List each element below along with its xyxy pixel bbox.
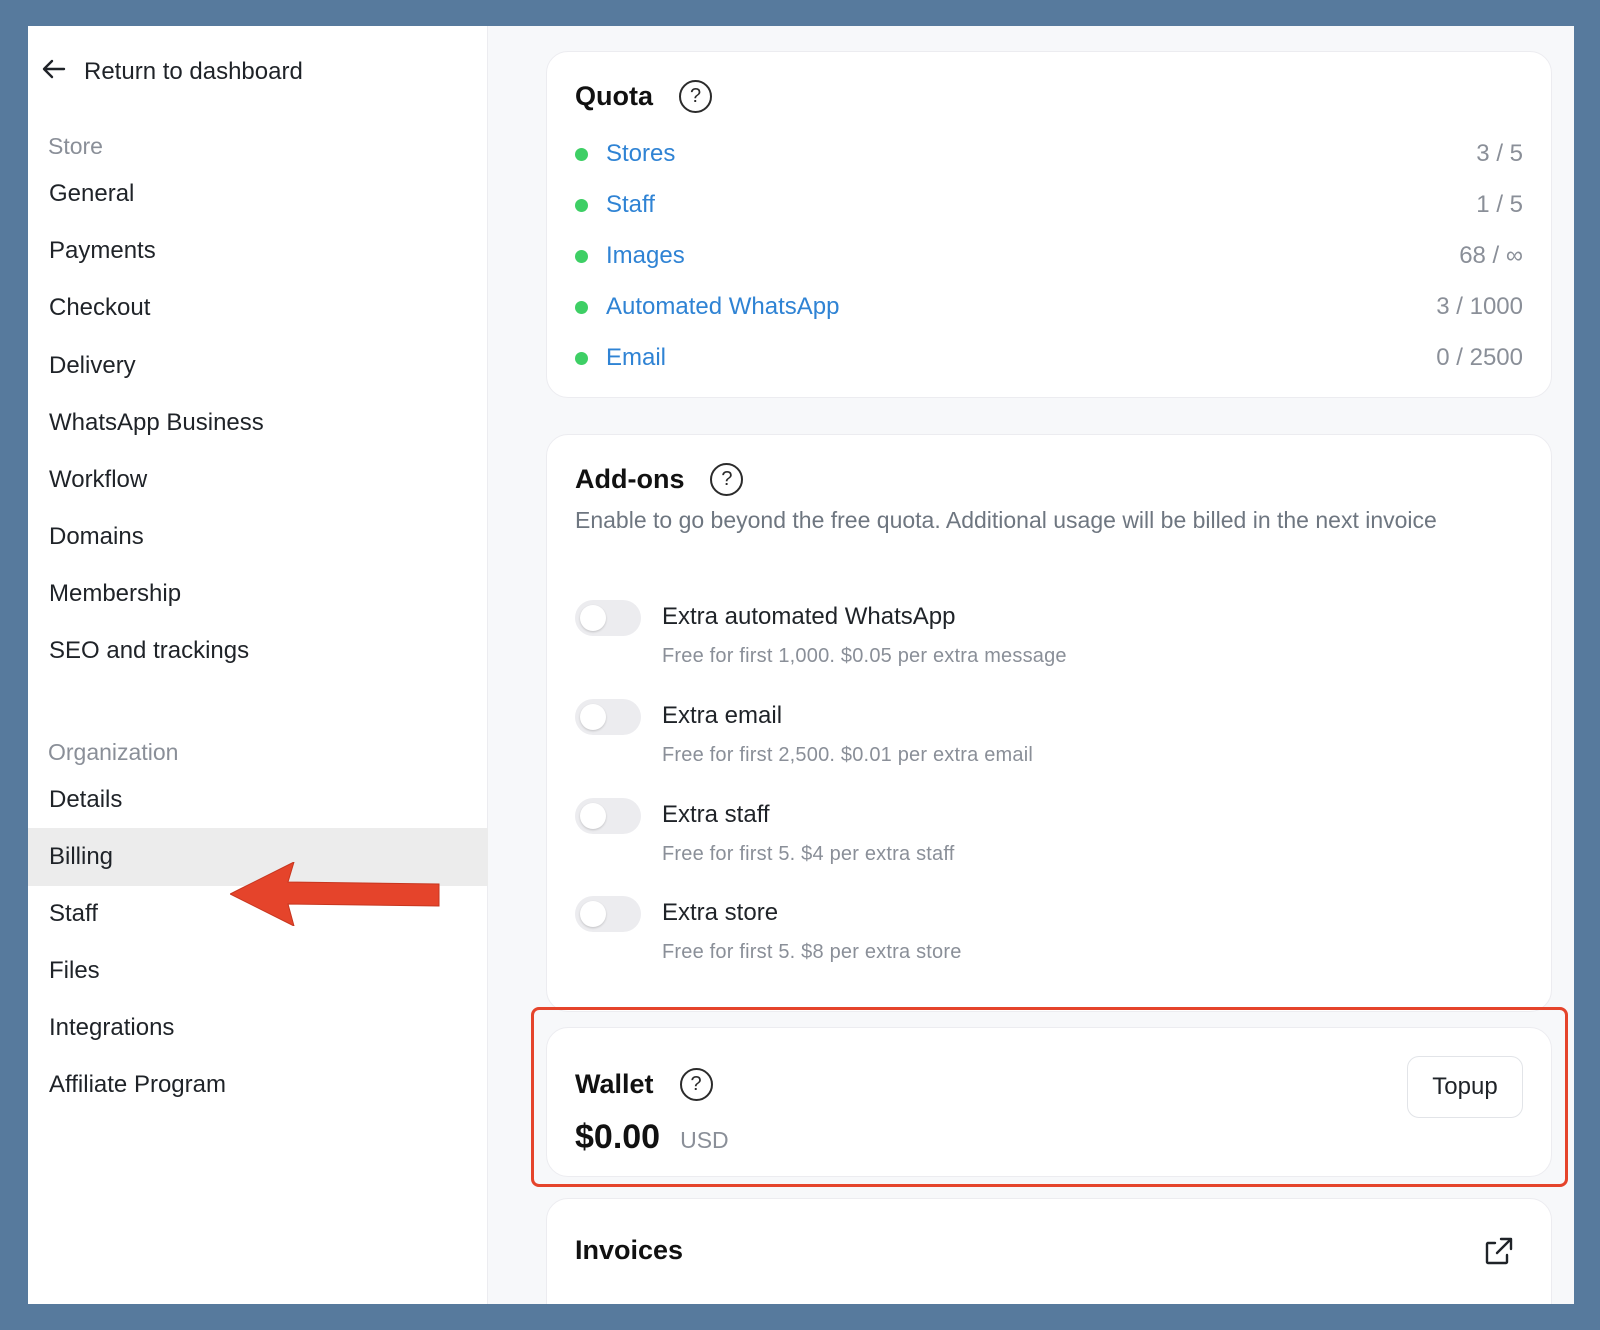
invoices-title: Invoices bbox=[575, 1235, 684, 1265]
status-dot-icon bbox=[575, 351, 588, 365]
status-dot-icon bbox=[575, 249, 588, 263]
sidebar-item-integrations[interactable]: Integrations bbox=[28, 999, 488, 1057]
addon-subtitle-extra-staff: Free for first 5. $4 per extra staff bbox=[662, 843, 955, 865]
status-dot-icon bbox=[575, 300, 588, 314]
quota-card: Quota ? Stores 3 / 5 Staff 1 / 5 Images … bbox=[546, 51, 1552, 398]
quota-title: Quota bbox=[575, 81, 653, 111]
arrow-left-icon bbox=[40, 55, 68, 90]
addons-title: Add-ons bbox=[575, 464, 685, 494]
quota-value-automated-whatsapp: 3 / 1000 bbox=[1436, 293, 1523, 320]
addons-card: Add-ons ? Enable to go beyond the free q… bbox=[546, 434, 1552, 1012]
toggle-extra-automated-whatsapp[interactable] bbox=[575, 600, 641, 636]
quota-link-email[interactable]: Email bbox=[606, 344, 666, 372]
sidebar-item-delivery[interactable]: Delivery bbox=[28, 337, 488, 395]
addon-title-extra-staff: Extra staff bbox=[662, 801, 770, 828]
addon-subtitle-extra-email: Free for first 2,500. $0.01 per extra em… bbox=[662, 744, 1033, 766]
billing-window: Return to dashboard Store General Paymen… bbox=[28, 26, 1574, 1304]
red-arrow-annotation bbox=[230, 862, 440, 926]
sidebar-item-affiliate-program[interactable]: Affiliate Program bbox=[28, 1056, 488, 1114]
toggle-extra-store[interactable] bbox=[575, 896, 641, 932]
sidebar-item-seo-and-trackings[interactable]: SEO and trackings bbox=[28, 622, 488, 680]
quota-row-stores: Stores 3 / 5 bbox=[575, 136, 1523, 172]
toggle-extra-staff[interactable] bbox=[575, 798, 641, 834]
quota-row-images: Images 68 / ∞ bbox=[575, 238, 1523, 274]
settings-sidebar: Return to dashboard Store General Paymen… bbox=[28, 26, 488, 1304]
addon-subtitle-extra-automated-whatsapp: Free for first 1,000. $0.05 per extra me… bbox=[662, 645, 1067, 667]
quota-link-automated-whatsapp[interactable]: Automated WhatsApp bbox=[606, 293, 839, 321]
addon-title-extra-store: Extra store bbox=[662, 899, 779, 926]
sidebar-item-checkout[interactable]: Checkout bbox=[28, 279, 488, 337]
addon-title-extra-automated-whatsapp: Extra automated WhatsApp bbox=[662, 603, 956, 630]
quota-row-email: Email 0 / 2500 bbox=[575, 340, 1523, 376]
quota-value-staff: 1 / 5 bbox=[1476, 191, 1523, 218]
quota-row-automated-whatsapp: Automated WhatsApp 3 / 1000 bbox=[575, 289, 1523, 325]
sidebar-item-general[interactable]: General bbox=[28, 165, 488, 223]
addons-description: Enable to go beyond the free quota. Addi… bbox=[575, 507, 1437, 533]
sidebar-item-domains[interactable]: Domains bbox=[28, 508, 488, 566]
question-circle-icon[interactable]: ? bbox=[679, 80, 712, 113]
return-to-dashboard-link[interactable]: Return to dashboard bbox=[40, 54, 303, 90]
sidebar-item-files[interactable]: Files bbox=[28, 942, 488, 1000]
quota-row-staff: Staff 1 / 5 bbox=[575, 187, 1523, 223]
status-dot-icon bbox=[575, 147, 588, 161]
quota-link-staff[interactable]: Staff bbox=[606, 191, 655, 219]
external-link-icon[interactable] bbox=[1483, 1235, 1515, 1267]
quota-value-images: 68 / ∞ bbox=[1459, 242, 1523, 269]
sidebar-item-membership[interactable]: Membership bbox=[28, 565, 488, 623]
group-label-store: Store bbox=[48, 133, 103, 159]
sidebar-item-payments[interactable]: Payments bbox=[28, 222, 488, 280]
addon-subtitle-extra-store: Free for first 5. $8 per extra store bbox=[662, 941, 962, 963]
group-label-organization: Organization bbox=[48, 739, 179, 765]
sidebar-item-whatsapp-business[interactable]: WhatsApp Business bbox=[28, 394, 488, 452]
status-dot-icon bbox=[575, 198, 588, 212]
quota-value-email: 0 / 2500 bbox=[1436, 344, 1523, 371]
invoices-card: Invoices bbox=[546, 1198, 1552, 1304]
toggle-extra-email[interactable] bbox=[575, 699, 641, 735]
quota-value-stores: 3 / 5 bbox=[1476, 140, 1523, 167]
addon-title-extra-email: Extra email bbox=[662, 702, 783, 729]
sidebar-item-workflow[interactable]: Workflow bbox=[28, 451, 488, 509]
sidebar-item-details[interactable]: Details bbox=[28, 771, 488, 829]
question-circle-icon[interactable]: ? bbox=[710, 463, 744, 496]
billing-main: Quota ? Stores 3 / 5 Staff 1 / 5 Images … bbox=[488, 26, 1574, 1304]
return-to-dashboard-label: Return to dashboard bbox=[84, 58, 303, 85]
wallet-highlight-outline bbox=[531, 1007, 1568, 1187]
quota-link-images[interactable]: Images bbox=[606, 242, 685, 270]
quota-link-stores[interactable]: Stores bbox=[606, 140, 675, 168]
